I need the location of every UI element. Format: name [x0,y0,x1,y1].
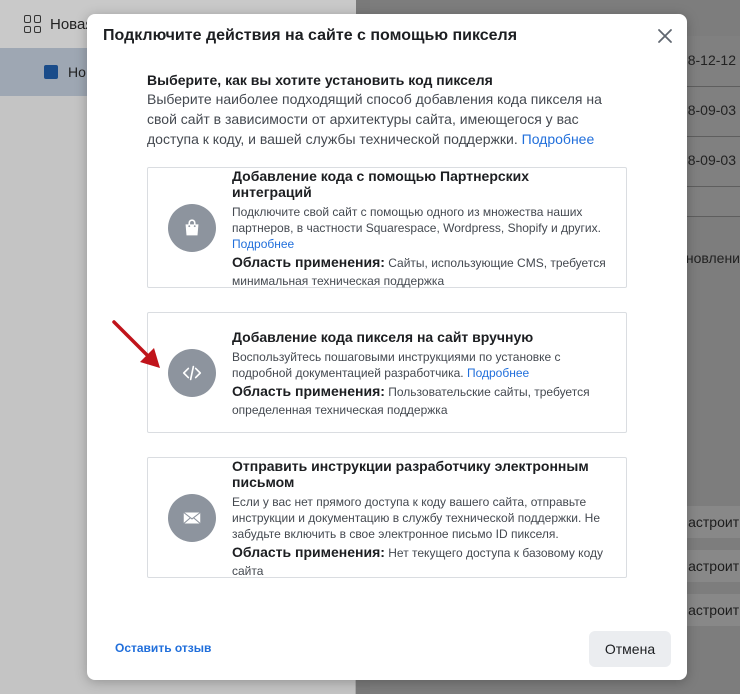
background-date: 8-09-03 [687,152,736,168]
option-learn-more-link[interactable]: Подробнее [232,237,294,251]
option-description-text: Подключите свой сайт с помощью одного из… [232,205,601,235]
intro-learn-more-link[interactable]: Подробнее [522,131,595,147]
option-title: Добавление кода с помощью Партнерских ин… [232,168,530,200]
pixel-setup-dialog: Подключите действия на сайте с помощью п… [87,14,687,680]
scope-label: Область применения: [232,383,385,399]
intro-text: Выберите наиболее подходящий способ доба… [147,89,617,149]
option-icon-circle [168,204,216,252]
background-date: 8-12-12 [687,52,736,68]
code-icon [182,365,202,381]
option-learn-more-link[interactable]: Подробнее [467,366,529,380]
option-content: Отправить инструкции разработчику электр… [232,458,612,580]
option-content: Добавление кода пикселя на сайт вручную … [232,329,612,419]
option-title: Добавление кода пикселя на сайт вручную [232,329,534,345]
option-description: Воспользуйтесь пошаговыми инструкциями п… [232,349,612,381]
option-content: Добавление кода с помощью Партнерских ин… [232,168,612,290]
close-button[interactable] [655,26,675,46]
scope-label: Область применения: [232,254,385,270]
cancel-button[interactable]: Отмена [589,631,671,667]
option-description-text: Если у вас нет прямого доступа к коду ва… [232,495,601,541]
background-selected-label: Но [68,64,86,80]
annotation-arrow-icon [112,320,160,368]
dialog-title: Подключите действия на сайте с помощью п… [103,27,518,44]
option-email-developer[interactable]: Отправить инструкции разработчику электр… [147,457,627,578]
leave-feedback-link[interactable]: Оставить отзыв [115,641,211,655]
intro-section: Выберите, как вы хотите установить код п… [147,72,617,149]
envelope-icon [183,512,201,524]
option-scope: Область применения: Пользовательские сай… [232,382,612,419]
option-icon-circle [168,494,216,542]
background-date: 8-09-03 [687,102,736,118]
option-description: Подключите свой сайт с помощью одного из… [232,204,612,252]
option-icon-circle [168,349,216,397]
option-title: Отправить инструкции разработчику электр… [232,458,589,490]
option-partner-integration[interactable]: Добавление кода с помощью Партнерских ин… [147,167,627,288]
scope-label: Область применения: [232,544,385,560]
close-icon [658,29,672,43]
option-scope: Область применения: Нет текущего доступа… [232,543,612,580]
grid-icon [24,15,42,33]
option-scope: Область применения: Сайты, использующие … [232,253,612,290]
option-description: Если у вас нет прямого доступа к коду ва… [232,494,612,542]
background-update-label: новлени [685,250,740,266]
intro-heading: Выберите, как вы хотите установить код п… [147,72,493,88]
pixel-square-icon [44,65,58,79]
shopping-bag-icon [185,219,199,236]
option-manual-install[interactable]: Добавление кода пикселя на сайт вручную … [147,312,627,433]
